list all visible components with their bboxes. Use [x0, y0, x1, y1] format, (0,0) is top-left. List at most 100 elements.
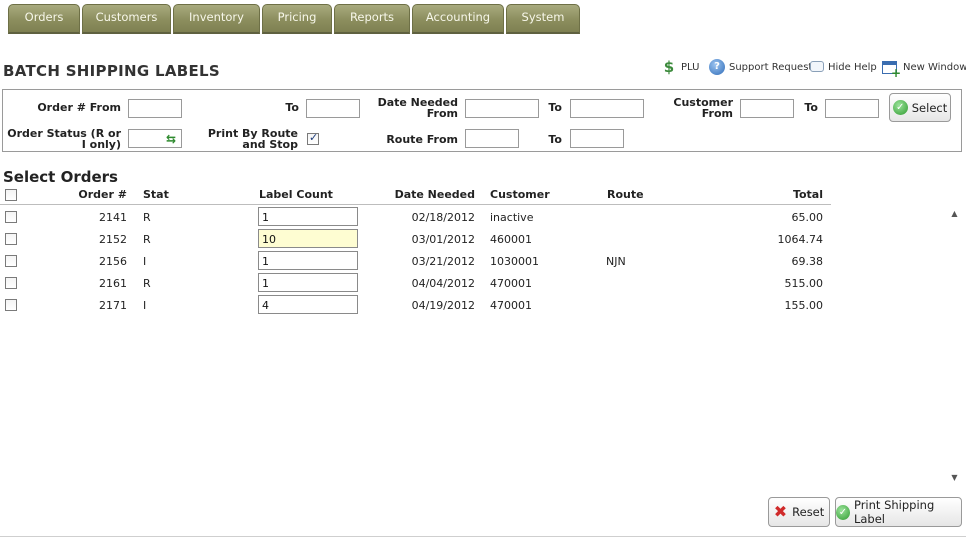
order-to-input[interactable] [306, 99, 360, 118]
table-row: 2141 R 02/18/2012 inactive 65.00 [0, 206, 831, 228]
support-request-link[interactable]: ? Support Request [709, 58, 812, 76]
date-needed: 04/19/2012 [411, 299, 475, 312]
orders-table-header: Order # Stat Label Count Date Needed Cus… [0, 186, 831, 205]
order-number: 2156 [99, 255, 127, 268]
col-total: Total [792, 188, 823, 201]
speech-bubble-icon [810, 60, 824, 72]
lookup-arrows-icon[interactable]: ⇆ [166, 132, 180, 146]
help-links: $ PLU ? Support Request Hide Help New Wi… [0, 58, 966, 80]
customer: 470001 [490, 299, 532, 312]
select-button[interactable]: ✓ Select [889, 93, 951, 122]
order-from-input[interactable] [128, 99, 182, 118]
table-scrollbar[interactable]: ▲ ▼ [948, 206, 961, 486]
tab-accounting[interactable]: Accounting [412, 4, 504, 34]
tab-label: Inventory [189, 9, 244, 24]
reset-button-label: Reset [792, 505, 825, 519]
tab-pricing[interactable]: Pricing [262, 4, 332, 34]
hide-help-link[interactable]: Hide Help [810, 58, 877, 76]
order-status: I [143, 255, 147, 268]
tab-label: System [521, 9, 565, 24]
row-checkbox[interactable] [5, 255, 17, 267]
label-count-input[interactable] [258, 273, 358, 292]
order-to-label: To [285, 101, 299, 114]
tab-label: Customers [95, 9, 158, 24]
tab-label: Reports [349, 9, 395, 24]
main-nav: Orders Customers Inventory Pricing Repor… [8, 4, 582, 34]
row-checkbox[interactable] [5, 299, 17, 311]
order-total: 1064.74 [777, 233, 824, 246]
orders-table-body: 2141 R 02/18/2012 inactive 65.00 2152 R 03/01/2… [0, 206, 960, 486]
select-all-checkbox[interactable] [5, 189, 17, 201]
plu-link[interactable]: $ PLU [661, 58, 700, 76]
col-stat: Stat [143, 188, 169, 201]
col-customer: Customer [490, 188, 550, 201]
print-by-route-label: Print By Route and Stop [207, 127, 298, 151]
tab-label: Orders [24, 9, 64, 24]
check-circle-icon: ✓ [892, 100, 908, 115]
route-to-input[interactable] [570, 129, 624, 148]
order-number: 2161 [99, 277, 127, 290]
row-checkbox[interactable] [5, 211, 17, 223]
print-by-route-checkbox[interactable] [307, 131, 319, 145]
red-x-icon: ✖ [773, 502, 788, 521]
tab-orders[interactable]: Orders [8, 4, 80, 34]
customer: 460001 [490, 233, 532, 246]
customer-to-label: To [804, 101, 818, 114]
route-from-label: Route From [386, 133, 458, 146]
label-count-input[interactable] [258, 229, 358, 248]
date-needed: 04/04/2012 [411, 277, 475, 290]
label-count-input[interactable] [258, 251, 358, 270]
route-from-input[interactable] [465, 129, 519, 148]
order-status-input[interactable]: ⇆ [128, 129, 182, 148]
customer: 470001 [490, 277, 532, 290]
col-route: Route [607, 188, 644, 201]
select-button-label: Select [911, 100, 948, 115]
row-checkbox[interactable] [5, 233, 17, 245]
print-shipping-label-button[interactable]: ✓ Print Shipping Label [835, 497, 962, 527]
route: NJN [606, 255, 626, 268]
tab-customers[interactable]: Customers [82, 4, 171, 34]
scroll-up-arrow-icon[interactable]: ▲ [948, 208, 961, 220]
order-status: I [143, 299, 147, 312]
col-label-count: Label Count [259, 188, 333, 201]
filter-panel: Order # From To Date Needed From To Cust… [2, 89, 962, 152]
hide-help-label: Hide Help [828, 61, 877, 73]
tab-system[interactable]: System [506, 4, 580, 34]
tab-label: Pricing [277, 9, 317, 24]
date-needed-from-label: Date Needed From [377, 96, 458, 120]
label-count-input[interactable] [258, 207, 358, 226]
table-row: 2171 I 04/19/2012 470001 155.00 [0, 294, 831, 316]
new-window-link[interactable]: New Window [882, 58, 966, 80]
order-from-label: Order # From [37, 101, 121, 114]
order-total: 515.00 [784, 277, 824, 290]
order-number: 2171 [99, 299, 127, 312]
check-circle-icon: ✓ [836, 504, 850, 520]
customer-to-input[interactable] [825, 99, 879, 118]
customer-from-input[interactable] [740, 99, 794, 118]
dollar-icon: $ [663, 58, 675, 76]
select-orders-title: Select Orders [3, 168, 118, 186]
table-row: 2156 I 03/21/2012 1030001 NJN 69.38 [0, 250, 831, 272]
label-count-input[interactable] [258, 295, 358, 314]
table-row: 2161 R 04/04/2012 470001 515.00 [0, 272, 831, 294]
plu-label: PLU [681, 61, 700, 73]
date-needed-to-input[interactable] [570, 99, 644, 118]
tab-reports[interactable]: Reports [334, 4, 410, 34]
tab-inventory[interactable]: Inventory [173, 4, 260, 34]
order-status: R [143, 233, 151, 246]
scroll-down-arrow-icon[interactable]: ▼ [948, 472, 961, 484]
row-checkbox[interactable] [5, 277, 17, 289]
new-window-icon [882, 60, 901, 80]
reset-button[interactable]: ✖ Reset [768, 497, 830, 527]
tab-label: Accounting [425, 9, 491, 24]
customer: inactive [490, 211, 534, 224]
date-needed: 02/18/2012 [411, 211, 475, 224]
customer-from-label: Customer From [673, 96, 733, 120]
date-needed: 03/01/2012 [411, 233, 475, 246]
order-status: R [143, 211, 151, 224]
order-status: R [143, 277, 151, 290]
route-to-label: To [548, 133, 562, 146]
order-total: 69.38 [791, 255, 824, 268]
date-needed-to-label: To [548, 101, 562, 114]
date-needed-from-input[interactable] [465, 99, 539, 118]
